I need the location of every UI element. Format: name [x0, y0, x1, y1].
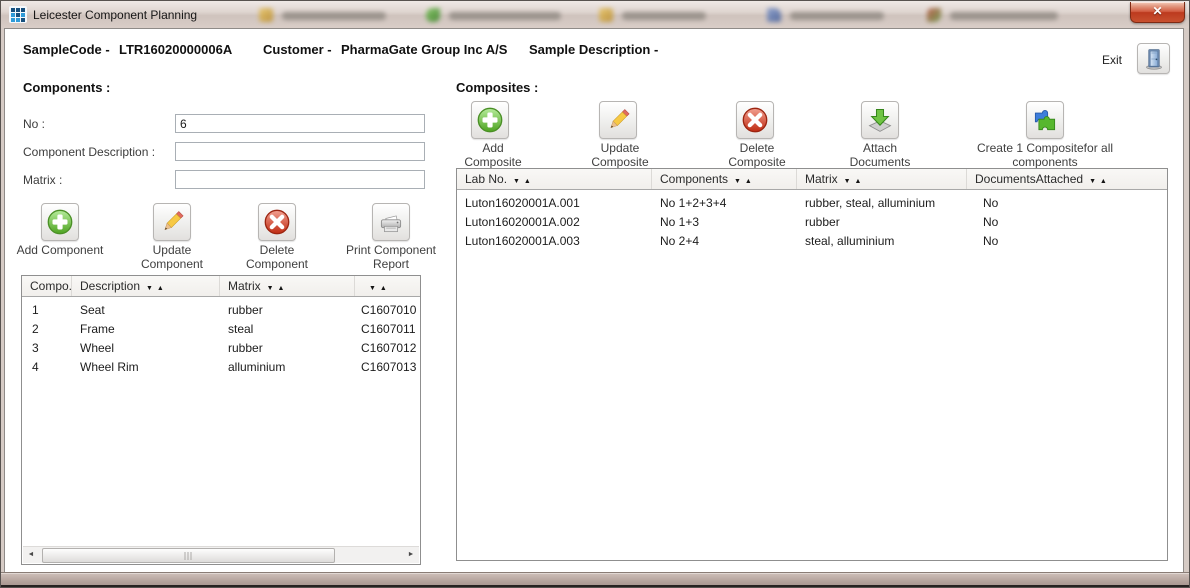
- component-description-label: Component Description :: [23, 145, 155, 159]
- sample-code-label: SampleCode -: [23, 42, 110, 57]
- components-table: Compo... Description▼ ▲ Matrix▼ ▲ ▼ ▲ 1 …: [21, 275, 421, 565]
- delete-composite-label: Delete Composite: [715, 141, 799, 169]
- component-row[interactable]: 3 Wheel rubber C1607012: [22, 339, 420, 358]
- composites-heading: Composites :: [456, 80, 538, 95]
- component-description-input[interactable]: [175, 142, 425, 161]
- background-window-ghost: [259, 8, 386, 22]
- composite-row[interactable]: Luton16020001A.002 No 1+3 rubber No: [457, 213, 1167, 232]
- print-component-report-button[interactable]: [372, 203, 410, 241]
- col-header-component[interactable]: Compo...: [22, 276, 72, 296]
- close-button[interactable]: ✕: [1130, 2, 1185, 23]
- add-icon: [475, 105, 505, 135]
- matrix-input[interactable]: [175, 170, 425, 189]
- pencil-icon: [158, 208, 186, 236]
- printer-icon: [377, 208, 405, 236]
- no-input[interactable]: [175, 114, 425, 133]
- sort-icon: ▼ ▲: [146, 285, 165, 292]
- create-composite-for-all-button[interactable]: [1026, 101, 1064, 139]
- col-header-lab-no[interactable]: Lab No.▼ ▲: [457, 169, 652, 189]
- create-composite-for-all-label: Create 1 Compositefor all components: [965, 141, 1125, 169]
- sort-icon: ▼ ▲: [369, 285, 388, 292]
- component-row[interactable]: 4 Wheel Rim alluminium C1607013: [22, 358, 420, 377]
- component-row[interactable]: 2 Frame steal C1607011: [22, 320, 420, 339]
- col-header-matrix[interactable]: Matrix▼ ▲: [220, 276, 355, 296]
- background-window-ghost: [927, 8, 1058, 22]
- background-window-ghost: [426, 8, 561, 22]
- sort-icon: ▼ ▲: [1089, 178, 1108, 185]
- no-label: No :: [23, 117, 45, 131]
- update-composite-label: Update Composite: [578, 141, 662, 169]
- puzzle-icon: [1031, 106, 1059, 134]
- window-bottom-frame: [1, 572, 1189, 587]
- sort-icon: ▼ ▲: [267, 285, 286, 292]
- pencil-icon: [604, 106, 632, 134]
- components-heading: Components :: [23, 80, 110, 95]
- add-component-label: Add Component: [5, 243, 115, 257]
- sample-code-value: LTR16020000006A: [119, 42, 232, 57]
- col-header-description[interactable]: Description▼ ▲: [72, 276, 220, 296]
- title-bar[interactable]: Leicester Component Planning ✕: [1, 1, 1189, 28]
- update-composite-button[interactable]: [599, 101, 637, 139]
- update-component-label: Update Component: [132, 243, 212, 271]
- composites-table: Lab No.▼ ▲ Components▼ ▲ Matrix▼ ▲ Docum…: [456, 168, 1168, 561]
- delete-icon: [740, 105, 770, 135]
- add-composite-label: Add Composite: [455, 141, 531, 169]
- door-icon: [1142, 47, 1166, 71]
- customer-value: PharmaGate Group Inc A/S: [341, 42, 507, 57]
- horizontal-scrollbar[interactable]: ◄ ►: [23, 546, 419, 563]
- sort-icon: ▼ ▲: [844, 178, 863, 185]
- matrix-label: Matrix :: [23, 173, 62, 187]
- attach-documents-button[interactable]: [861, 101, 899, 139]
- add-composite-button[interactable]: [471, 101, 509, 139]
- composites-table-header: Lab No.▼ ▲ Components▼ ▲ Matrix▼ ▲ Docum…: [457, 169, 1167, 190]
- customer-label: Customer -: [263, 42, 332, 57]
- attach-icon: [866, 106, 894, 134]
- col-header-components[interactable]: Components▼ ▲: [652, 169, 797, 189]
- component-row[interactable]: 1 Seat rubber C1607010: [22, 301, 420, 320]
- delete-composite-button[interactable]: [736, 101, 774, 139]
- scroll-left-arrow[interactable]: ◄: [23, 547, 39, 563]
- background-window-ghost: [767, 8, 884, 22]
- sample-description-label: Sample Description -: [529, 42, 658, 57]
- scroll-right-arrow[interactable]: ►: [403, 547, 419, 563]
- scrollbar-thumb[interactable]: [42, 548, 335, 563]
- delete-component-label: Delete Component: [237, 243, 317, 271]
- add-icon: [45, 207, 75, 237]
- print-component-report-label: Print Component Report: [341, 243, 441, 271]
- attach-documents-label: Attach Documents: [838, 141, 922, 169]
- col-header-code[interactable]: ▼ ▲: [355, 276, 420, 296]
- composite-row[interactable]: Luton16020001A.003 No 2+4 steal, allumin…: [457, 232, 1167, 251]
- components-table-header: Compo... Description▼ ▲ Matrix▼ ▲ ▼ ▲: [22, 276, 420, 297]
- app-window: Leicester Component Planning ✕ SampleCod…: [0, 0, 1190, 588]
- exit-label: Exit: [1102, 53, 1122, 67]
- app-icon: [9, 6, 27, 23]
- delete-icon: [262, 207, 292, 237]
- background-window-ghost: [599, 8, 706, 22]
- add-component-button[interactable]: [41, 203, 79, 241]
- update-component-button[interactable]: [153, 203, 191, 241]
- col-header-matrix[interactable]: Matrix▼ ▲: [797, 169, 967, 189]
- sort-icon: ▼ ▲: [734, 178, 753, 185]
- sort-icon: ▼ ▲: [513, 178, 532, 185]
- main-content: SampleCode - LTR16020000006A Customer - …: [4, 28, 1184, 573]
- exit-button[interactable]: [1137, 43, 1170, 74]
- scrollbar-grip: [184, 552, 193, 560]
- composite-row[interactable]: Luton16020001A.001 No 1+2+3+4 rubber, st…: [457, 194, 1167, 213]
- window-title: Leicester Component Planning: [33, 8, 197, 22]
- delete-component-button[interactable]: [258, 203, 296, 241]
- col-header-documents-attached[interactable]: DocumentsAttached▼ ▲: [967, 169, 1167, 189]
